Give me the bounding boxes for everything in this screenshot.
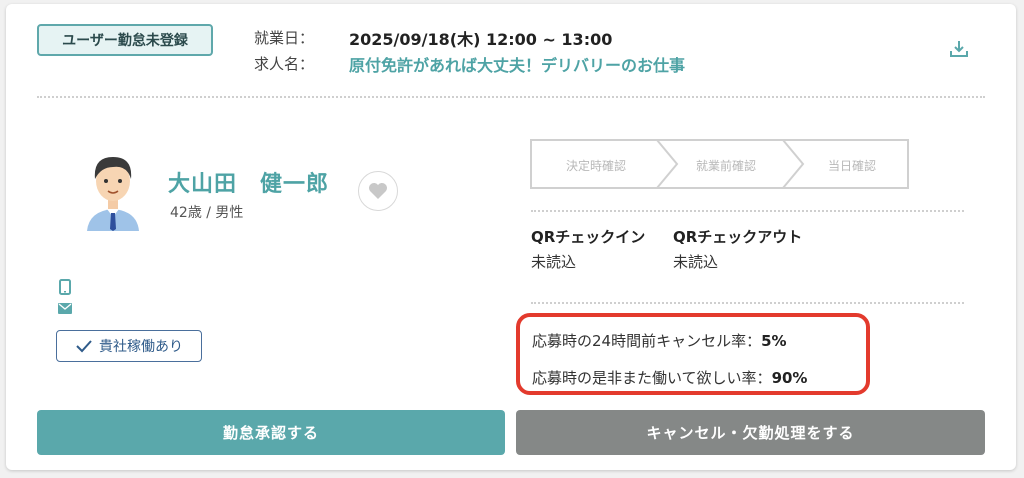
person-name[interactable]: 大山田 健一郎 — [168, 166, 329, 198]
mail-icon[interactable] — [58, 303, 72, 314]
approve-attendance-button[interactable]: 勤怠承認する — [37, 410, 505, 455]
rehire-rate: 応募時の是非また働いて欲しい率：90% — [532, 367, 807, 388]
cancel-rate: 応募時の24時間前キャンセル率：5% — [532, 330, 787, 351]
qr-checkout-label: QRチェックアウト — [673, 228, 803, 246]
status-badge: ユーザー勤怠未登録 — [37, 24, 213, 56]
qr-checkout-value: 未読込 — [673, 253, 719, 271]
step-decision-check: 決定時確認 — [565, 159, 626, 173]
cancel-rate-label: 応募時の24時間前キャンセル率： — [532, 332, 762, 350]
worked-before-label: 貴社稼働あり — [99, 339, 183, 355]
rehire-rate-value: 90% — [771, 369, 808, 387]
job-name-label: 求人名： — [254, 55, 315, 73]
work-date-value: 2025/09/18(木) 12:00 ~ 13:00 — [349, 30, 613, 49]
header-divider — [37, 96, 985, 98]
job-name-link[interactable]: 原付免許があれば大丈夫！デリバリーのお仕事 — [349, 52, 685, 76]
rehire-rate-label: 応募時の是非また働いて欲しい率： — [532, 369, 772, 387]
heart-icon — [369, 183, 387, 199]
person-age-gender: 42歳 / 男性 — [170, 205, 244, 221]
cancel-rate-value: 5% — [761, 332, 787, 350]
step-pre-work-check: 就業前確認 — [695, 159, 756, 173]
work-date-label: 就業日： — [254, 29, 315, 47]
confirmation-steps: 決定時確認 就業前確認 当日確認 — [530, 139, 910, 189]
cancel-absence-button[interactable]: キャンセル・欠勤処理をする — [516, 410, 985, 455]
avatar — [87, 157, 139, 231]
qr-divider — [531, 302, 964, 304]
favorite-button[interactable] — [358, 171, 398, 211]
download-icon[interactable] — [948, 38, 970, 60]
qr-checkin-label: QRチェックイン — [531, 228, 646, 246]
step-same-day-check: 当日確認 — [827, 159, 876, 173]
qr-checkin-value: 未読込 — [531, 253, 577, 271]
worked-before-badge: 貴社稼働あり — [56, 330, 202, 362]
check-icon — [76, 340, 92, 353]
steps-divider — [531, 210, 964, 212]
phone-icon[interactable] — [59, 279, 71, 295]
